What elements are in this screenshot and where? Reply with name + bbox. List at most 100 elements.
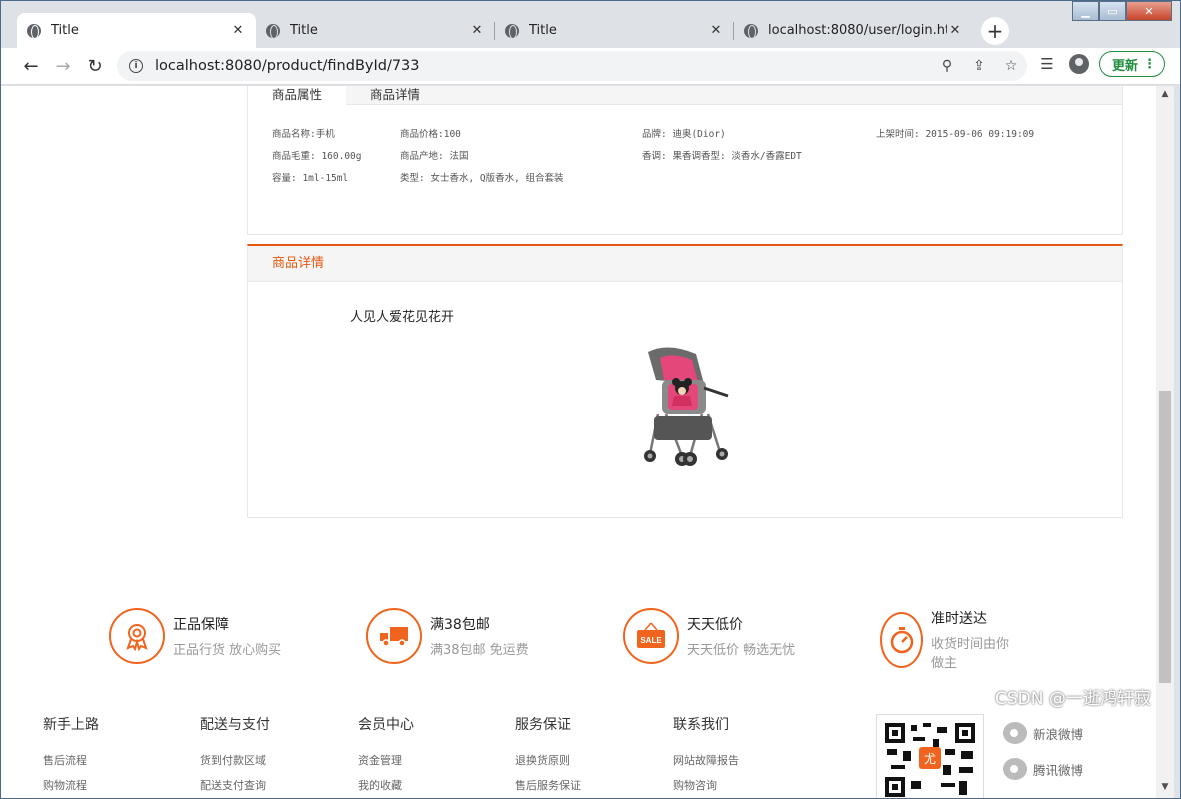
reading-list-icon[interactable]: ☰ <box>1035 55 1059 73</box>
tencent-weibo-icon <box>1003 758 1027 780</box>
service-subtitle: 收货时间由你做主 <box>931 637 1010 671</box>
page-viewport: 商品属性 商品详情 商品名称:手机 商品价格:100 品牌: 迪奥(Dior) … <box>1 86 1156 798</box>
tab-product-details[interactable]: 商品详情 <box>346 86 444 104</box>
scroll-down-arrow-icon[interactable]: ▼ <box>1156 782 1174 798</box>
browser-tab[interactable]: Title ✕ <box>17 13 256 48</box>
scroll-thumb[interactable] <box>1159 391 1171 683</box>
service-subtitle: 满38包邮 免运费 <box>430 643 529 658</box>
stopwatch-icon <box>880 611 923 668</box>
attr-tab-bar: 商品属性 商品详情 <box>248 86 1122 106</box>
weibo-icon <box>1003 722 1027 744</box>
footer-column: 配送与支付 货到付款区域 配送支付查询 <box>200 714 270 798</box>
tab-strip: Title ✕ Title ✕ Title ✕ localhost:8080/u… <box>17 13 1009 48</box>
scroll-up-arrow-icon[interactable]: ▲ <box>1156 86 1174 102</box>
product-detail-panel: 商品详情 人见人爱花见花开 <box>247 244 1123 518</box>
minimize-button[interactable]: ▁ <box>1072 1 1099 21</box>
close-window-button[interactable]: ✕ <box>1126 1 1172 21</box>
attr-fragrance: 香调: 果香调香型: 淡香水/香露EDT <box>642 151 802 162</box>
footer-link[interactable]: 网站故障报告 <box>673 752 739 768</box>
footer-column-title: 新手上路 <box>43 717 99 733</box>
footer-column: 服务保证 退换货原则 售后服务保证 <box>515 714 581 798</box>
service-guarantees: 正品保障 正品行货 放心购买 满38包邮 满38包邮 免运费 SALE 天天低价… <box>109 608 1009 671</box>
footer-link[interactable]: 退换货原则 <box>515 752 581 768</box>
qr-code: 尤 <box>876 714 984 798</box>
maximize-button[interactable]: ▭ <box>1099 1 1126 21</box>
toolbar-right: ☰ 更新 ⋮ <box>1035 51 1165 77</box>
footer-column-title: 会员中心 <box>358 717 414 733</box>
window-controls: ▁ ▭ ✕ <box>1072 1 1172 21</box>
footer-link[interactable]: 售后服务保证 <box>515 777 581 793</box>
service-item: 满38包邮 满38包邮 免运费 <box>366 608 529 664</box>
sina-weibo-link[interactable]: 新浪微博 <box>1003 722 1083 744</box>
tab-product-attributes[interactable]: 商品属性 <box>248 86 347 106</box>
zoom-icon[interactable]: ⚲ <box>931 58 963 74</box>
attr-origin: 商品产地: 法国 <box>400 151 469 162</box>
globe-icon <box>266 23 280 39</box>
footer-column: 会员中心 资金管理 我的收藏 <box>358 714 414 798</box>
tencent-weibo-link[interactable]: 腾讯微博 <box>1003 758 1083 780</box>
csdn-watermark: CSDN @一逝鸿轩寂 <box>995 689 1151 709</box>
globe-icon <box>505 23 519 39</box>
footer-link[interactable]: 售后流程 <box>43 752 99 768</box>
browser-tab[interactable]: Title ✕ <box>495 13 734 48</box>
detail-heading: 商品详情 <box>248 246 1122 282</box>
attr-brand: 品牌: 迪奥(Dior) <box>642 129 726 140</box>
share-icon[interactable]: ⇪ <box>963 58 995 74</box>
attr-price: 商品价格:100 <box>400 129 461 140</box>
more-vert-icon: ⋮ <box>1143 56 1156 72</box>
sale-badge-text: SALE <box>640 636 662 645</box>
footer-link[interactable]: 货到付款区域 <box>200 752 270 768</box>
tab-title: Title <box>290 23 318 38</box>
service-title: 准时送达 <box>931 611 987 627</box>
stroller-image <box>644 347 729 466</box>
service-item: 正品保障 正品行货 放心购买 <box>109 608 281 664</box>
vertical-scrollbar[interactable]: ▲ ▼ <box>1156 86 1174 798</box>
attr-capacity: 容量: 1ml-15ml <box>272 173 349 184</box>
forward-arrow-icon[interactable]: → <box>47 56 79 77</box>
attr-type: 类型: 女士香水, Q版香水, 组合套装 <box>400 173 564 184</box>
attr-weight: 商品毛重: 160.00g <box>272 151 362 162</box>
service-item: 准时送达 收货时间由你做主 <box>880 608 1009 671</box>
footer-link[interactable]: 资金管理 <box>358 752 414 768</box>
profile-avatar-icon[interactable] <box>1069 54 1089 74</box>
bookmark-star-icon[interactable]: ☆ <box>995 58 1027 74</box>
update-label: 更新 <box>1112 58 1139 74</box>
product-attributes-panel: 商品属性 商品详情 商品名称:手机 商品价格:100 品牌: 迪奥(Dior) … <box>247 86 1123 235</box>
update-button[interactable]: 更新 ⋮ <box>1099 51 1165 77</box>
service-title: 正品保障 <box>173 617 229 633</box>
service-title: 天天低价 <box>687 617 743 633</box>
footer-link[interactable]: 购物咨询 <box>673 777 739 793</box>
browser-toolbar: ← → ↻ i localhost:8080/product/findById/… <box>1 48 1180 85</box>
sina-weibo-label: 新浪微博 <box>1033 726 1084 742</box>
qr-badge-text: 尤 <box>924 752 936 766</box>
footer-column: 联系我们 网站故障报告 购物咨询 <box>673 714 739 798</box>
browser-tab[interactable]: localhost:8080/user/login.html ✕ <box>734 13 973 48</box>
new-tab-button[interactable]: + <box>981 17 1009 45</box>
tab-close-icon[interactable]: ✕ <box>469 23 485 38</box>
reload-icon[interactable]: ↻ <box>79 56 111 77</box>
back-arrow-icon[interactable]: ← <box>15 56 47 77</box>
globe-icon <box>27 23 41 39</box>
service-subtitle: 正品行货 放心购买 <box>173 643 282 658</box>
url-text[interactable]: localhost:8080/product/findById/733 <box>155 58 931 74</box>
browser-window: ▁ ▭ ✕ Title ✕ Title ✕ Title ✕ localhost:… <box>0 0 1181 799</box>
attr-listed-time: 上架时间: 2015-09-06 09:19:09 <box>876 129 1035 140</box>
footer-column-title: 服务保证 <box>515 717 571 733</box>
service-item: SALE 天天低价 天天低价 畅选无忧 <box>623 608 795 664</box>
sale-tag-icon: SALE <box>623 608 679 664</box>
footer-link[interactable]: 配送支付查询 <box>200 777 270 793</box>
tab-close-icon[interactable]: ✕ <box>708 23 724 38</box>
footer-link[interactable]: 购物流程 <box>43 777 99 793</box>
site-footer: 新手上路 售后流程 购物流程 配送与支付 货到付款区域 配送支付查询 会员中心 … <box>1 706 1156 798</box>
tab-close-icon[interactable]: ✕ <box>230 23 246 38</box>
footer-link[interactable]: 我的收藏 <box>358 777 414 793</box>
tab-title: Title <box>51 23 79 38</box>
tencent-weibo-label: 腾讯微博 <box>1033 762 1084 778</box>
tab-title: localhost:8080/user/login.html <box>768 23 947 38</box>
site-info-icon[interactable]: i <box>129 59 143 73</box>
tab-close-icon[interactable]: ✕ <box>947 23 963 38</box>
browser-tab[interactable]: Title ✕ <box>256 13 495 48</box>
footer-column-title: 配送与支付 <box>200 717 270 733</box>
address-bar[interactable]: i localhost:8080/product/findById/733 ⚲ … <box>117 51 1027 81</box>
detail-description: 人见人爱花见花开 <box>350 310 455 325</box>
